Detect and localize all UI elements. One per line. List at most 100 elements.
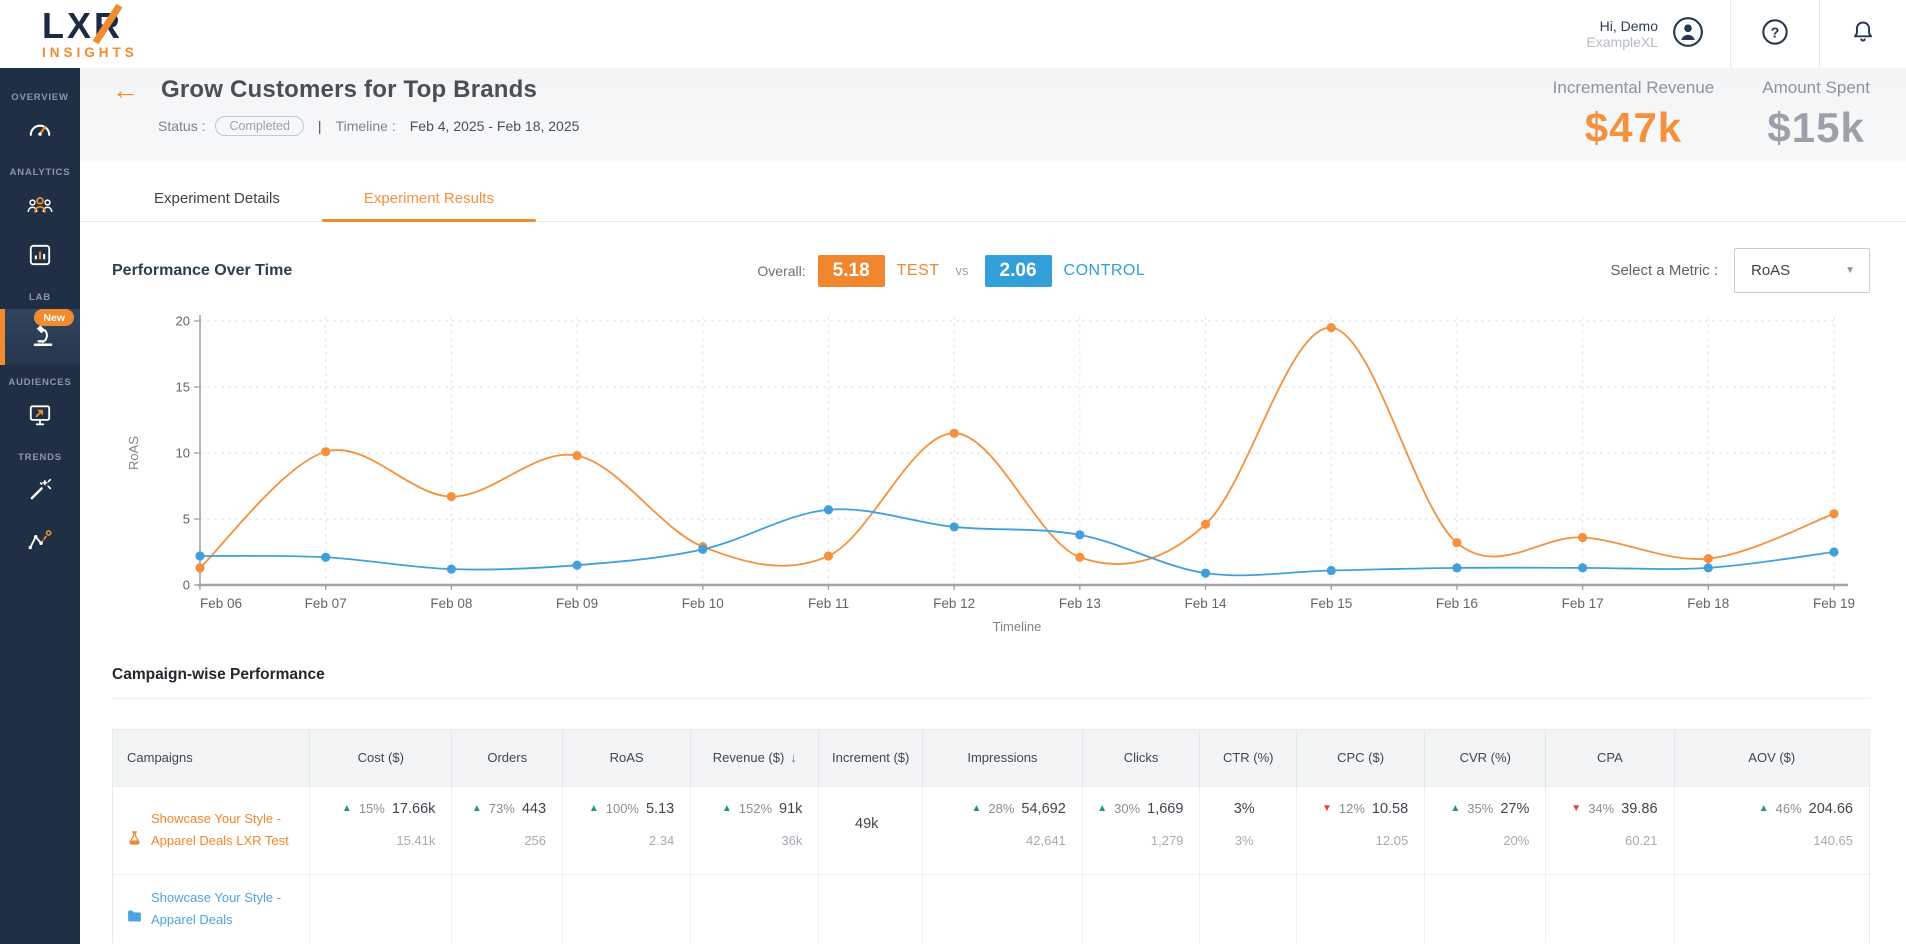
- data-point-test[interactable]: [823, 551, 834, 561]
- customers-icon: [26, 192, 54, 223]
- data-point-test[interactable]: [1829, 509, 1839, 519]
- percent-change: 35%: [1467, 801, 1494, 816]
- data-point-control[interactable]: [1703, 563, 1713, 573]
- data-point-control[interactable]: [1578, 563, 1588, 573]
- cell-value: 10.58: [1371, 800, 1409, 817]
- campaign-table: Campaigns Cost ($) Orders RoAS Revenue ($) ↓ I…: [112, 729, 1870, 943]
- column-header-aov[interactable]: AOV ($): [1673, 730, 1869, 786]
- data-point-control[interactable]: [195, 551, 205, 561]
- column-header-revenue[interactable]: Revenue ($) ↓: [690, 730, 819, 786]
- microscope-icon: [29, 322, 57, 353]
- sidebar-section-analytics: ANALYTICS: [9, 167, 71, 178]
- data-point-test[interactable]: [1703, 554, 1713, 564]
- increment-cell: 49k: [818, 785, 923, 874]
- aov-cell: [1673, 873, 1869, 943]
- column-header-orders[interactable]: Orders: [451, 730, 563, 786]
- revenue-cell: [690, 873, 819, 943]
- arrow-up-icon: ▲: [1758, 803, 1769, 814]
- control-value-badge: 2.06: [984, 254, 1052, 287]
- column-header-roas[interactable]: RoAS: [562, 730, 691, 786]
- gauge-icon: [26, 117, 54, 148]
- table-header-row: Campaigns Cost ($) Orders RoAS Revenue ($) ↓ I…: [113, 730, 1869, 786]
- column-header-clicks[interactable]: Clicks: [1081, 730, 1200, 786]
- data-point-control[interactable]: [1452, 563, 1462, 573]
- status-label: Status :: [158, 118, 206, 134]
- sidebar-item-audiences[interactable]: [0, 394, 80, 440]
- cell-main-line: ▲ 30% 1,669: [1091, 801, 1183, 817]
- sidebar-item-lab[interactable]: New: [0, 309, 80, 365]
- user-menu-button[interactable]: [1672, 0, 1730, 68]
- data-point-control[interactable]: [1829, 547, 1839, 557]
- roas-cell: [562, 873, 691, 943]
- y-tick-label: 20: [176, 314, 190, 329]
- data-point-control[interactable]: [321, 552, 331, 562]
- back-button[interactable]: ←: [112, 76, 139, 104]
- data-point-test[interactable]: [446, 491, 456, 502]
- data-point-test[interactable]: [1326, 323, 1336, 333]
- column-header-label: Impressions: [967, 750, 1038, 766]
- data-point-test[interactable]: [195, 563, 205, 573]
- data-point-control[interactable]: [1200, 568, 1211, 578]
- arrow-up-icon: ▲: [721, 803, 732, 814]
- data-point-test[interactable]: [1075, 552, 1085, 562]
- cell-control-value: 15.41k: [396, 832, 436, 848]
- data-point-test[interactable]: [1578, 532, 1588, 543]
- column-header-cpa[interactable]: CPA: [1545, 730, 1675, 786]
- cell-value: 204.66: [1808, 800, 1853, 817]
- campaign-link[interactable]: Showcase Your Style - Apparel Deals LXR …: [151, 808, 299, 852]
- tab-bar: Experiment Details Experiment Results: [80, 162, 1906, 222]
- clicks-cell: [1081, 873, 1200, 943]
- sidebar-item-customers[interactable]: [0, 184, 80, 230]
- incremental-revenue-value: $47k: [1584, 104, 1683, 151]
- sidebar-item-overview[interactable]: [0, 109, 80, 155]
- metric-select-dropdown[interactable]: RoAS ▼: [1734, 248, 1870, 293]
- data-point-control[interactable]: [823, 505, 834, 515]
- data-point-control[interactable]: [949, 522, 959, 532]
- help-button[interactable]: ?: [1731, 0, 1819, 68]
- y-tick-label: 10: [176, 446, 190, 461]
- column-header-label: CPC ($): [1337, 750, 1385, 766]
- data-point-test[interactable]: [949, 428, 959, 438]
- lxr-insights-logo[interactable]: LXR INSIGHTS: [42, 3, 202, 60]
- vs-label: vs: [955, 263, 969, 278]
- sort-desc-icon[interactable]: ↓: [790, 750, 797, 765]
- data-point-control[interactable]: [698, 544, 708, 554]
- data-point-test[interactable]: [1452, 538, 1462, 548]
- amount-spent-value: $15k: [1767, 104, 1865, 151]
- metric-select-value: RoAS: [1751, 262, 1791, 279]
- column-header-impressions[interactable]: Impressions: [922, 730, 1083, 786]
- percent-change: 152%: [738, 801, 773, 816]
- user-info: Hi, Demo ExampleXL: [1586, 18, 1658, 50]
- cell-main-line: ▲ 73% 443: [460, 801, 546, 817]
- data-point-control[interactable]: [572, 560, 582, 570]
- data-point-test[interactable]: [321, 447, 331, 457]
- column-header-ctr[interactable]: CTR (%): [1199, 730, 1297, 786]
- cell-value: 443: [521, 800, 547, 817]
- column-header-increment[interactable]: Increment ($): [818, 730, 923, 786]
- test-series-label: TEST: [896, 261, 940, 279]
- column-header-cvr[interactable]: CVR (%): [1424, 730, 1546, 786]
- column-header-label: Revenue ($): [712, 750, 785, 766]
- data-point-control[interactable]: [1075, 530, 1085, 540]
- sidebar-item-trend-finder[interactable]: [0, 469, 80, 515]
- data-point-control[interactable]: [1326, 565, 1336, 576]
- data-point-control[interactable]: [446, 564, 456, 574]
- sidebar-item-trend-chart[interactable]: [0, 519, 80, 565]
- tab-experiment-details[interactable]: Experiment Details: [112, 178, 322, 221]
- flask-icon: [127, 808, 142, 851]
- status-separator: |: [317, 118, 322, 134]
- data-point-test[interactable]: [572, 451, 582, 461]
- data-point-test[interactable]: [1200, 519, 1211, 529]
- sidebar-item-reports[interactable]: [0, 234, 80, 280]
- campaign-link[interactable]: Showcase Your Style - Apparel Deals: [151, 887, 299, 931]
- column-header-cpc[interactable]: CPC ($): [1295, 730, 1425, 786]
- notifications-button[interactable]: [1820, 0, 1906, 68]
- cell-control-value: 2.34: [648, 832, 675, 848]
- column-header-campaign[interactable]: Campaigns: [113, 730, 310, 786]
- page-title: Grow Customers for Top Brands: [161, 76, 538, 103]
- column-header-cost[interactable]: Cost ($): [309, 730, 452, 786]
- tab-experiment-results[interactable]: Experiment Results: [321, 178, 537, 222]
- cpa-cell: [1545, 873, 1675, 943]
- x-tick-label: Feb 16: [1436, 596, 1478, 611]
- x-tick-label: Feb 06: [200, 596, 242, 611]
